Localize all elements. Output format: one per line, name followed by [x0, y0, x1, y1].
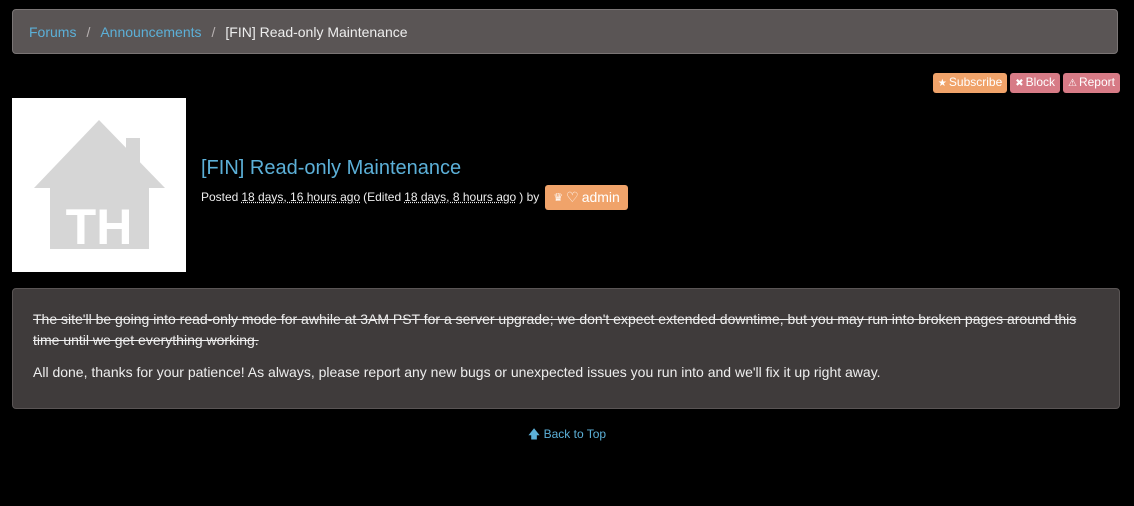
post-body-struck-text: The site'll be going into read-only mode…: [33, 311, 1077, 348]
warning-icon: ⚠: [1068, 78, 1077, 89]
report-button[interactable]: ⚠ Report: [1063, 73, 1120, 93]
post-body-text: All done, thanks for your patience! As a…: [33, 364, 881, 380]
breadcrumb-link-announcements[interactable]: Announcements: [100, 24, 201, 40]
edited-prefix: (Edited: [363, 190, 402, 204]
heart-icon: ♡: [566, 188, 579, 205]
close-icon: ✖: [1015, 78, 1024, 89]
star-icon: ★: [937, 78, 947, 89]
author-name: admin: [581, 189, 620, 205]
arrow-up-icon: 🡅: [527, 427, 541, 441]
subscribe-button[interactable]: ★ Subscribe: [932, 73, 1008, 93]
avatar-letters: TH: [66, 199, 133, 255]
avatar: TH: [12, 98, 186, 272]
post-meta: Posted 18 days, 16 hours ago (Edited 18 …: [201, 184, 628, 210]
house-logo-icon: TH: [34, 120, 165, 255]
post-body: The site'll be going into read-only mode…: [12, 288, 1120, 409]
block-button[interactable]: ✖ Block: [1010, 73, 1060, 93]
breadcrumb-separator: /: [86, 23, 91, 40]
report-label: Report: [1078, 75, 1115, 89]
post-title[interactable]: [FIN] Read-only Maintenance: [201, 157, 461, 180]
edited-suffix: ) by: [519, 190, 540, 204]
subscribe-label: Subscribe: [948, 75, 1003, 89]
breadcrumb: Forums / Announcements / [FIN] Read-only…: [12, 9, 1118, 54]
breadcrumb-separator: /: [211, 23, 216, 40]
author-badge[interactable]: ♛ ♡ admin: [545, 184, 628, 210]
edited-time: 18 days, 8 hours ago: [404, 190, 517, 204]
crown-icon: ♛: [553, 191, 564, 204]
back-to-top-label: Back to Top: [543, 427, 607, 441]
posted-time: 18 days, 16 hours ago: [241, 190, 361, 204]
block-label: Block: [1025, 75, 1055, 89]
back-to-top-link[interactable]: 🡅 Back to Top: [0, 425, 1134, 446]
post-actions: ★ Subscribe ✖ Block ⚠ Report: [932, 73, 1120, 93]
breadcrumb-current: [FIN] Read-only Maintenance: [225, 23, 408, 40]
posted-prefix: Posted: [201, 190, 239, 204]
breadcrumb-link-forums[interactable]: Forums: [29, 24, 76, 40]
